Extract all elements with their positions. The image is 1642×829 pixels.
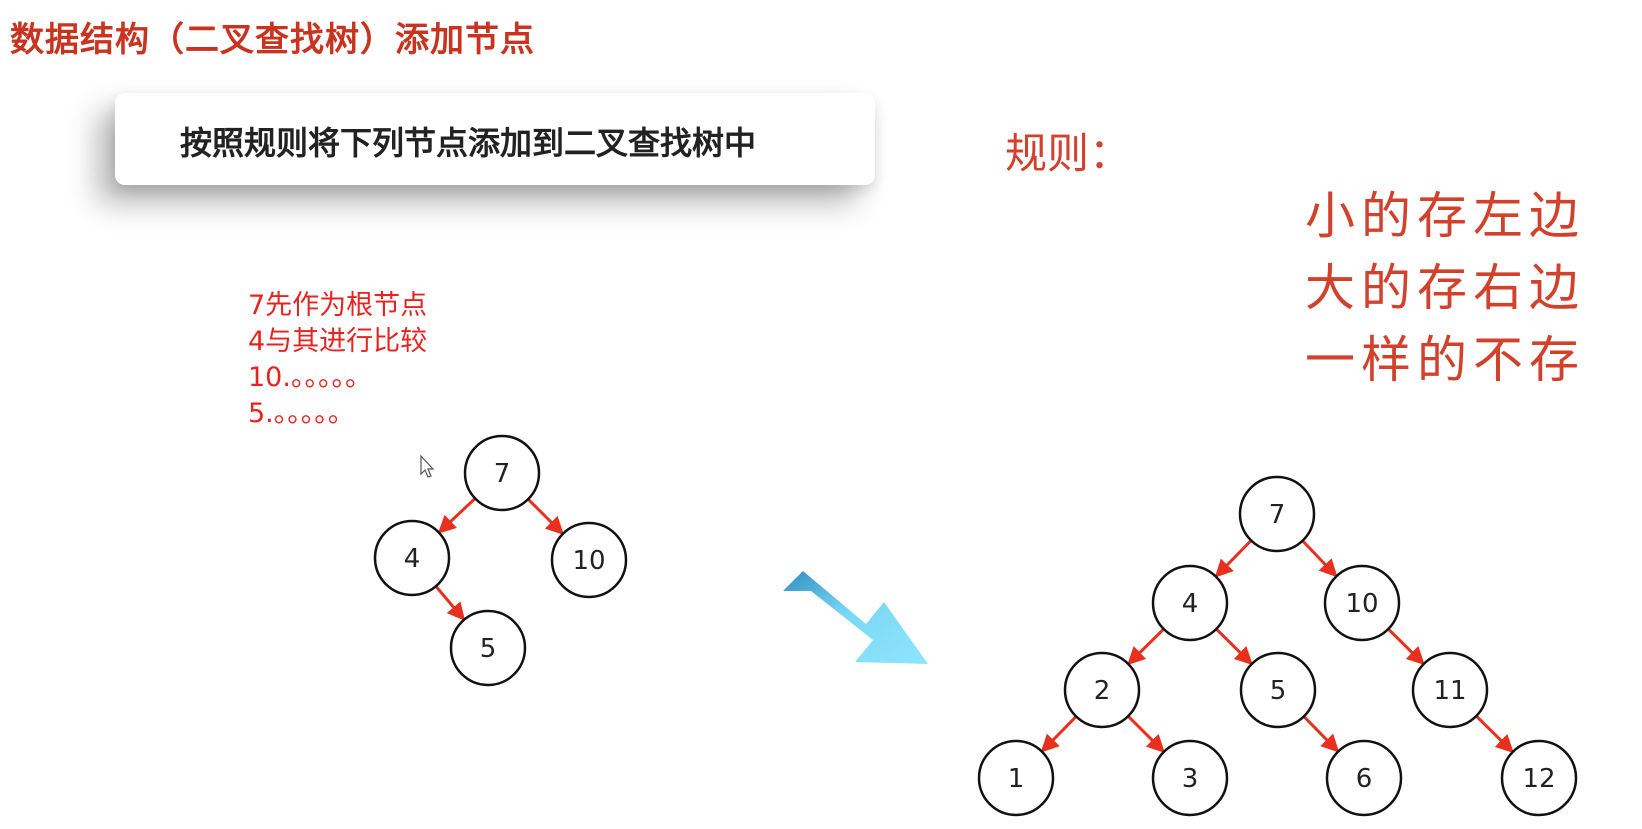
tree-node-label: 4	[404, 544, 421, 574]
tree-node-label: 2	[1094, 676, 1111, 706]
tree-node-label: 10	[572, 546, 605, 576]
tree-node-label: 7	[1269, 500, 1286, 530]
tree-node-label: 7	[494, 459, 511, 489]
tree-node-label: 3	[1182, 764, 1199, 794]
tree-edge-arrow	[527, 498, 564, 535]
big-tree: 74 102 5 111 3 6 12	[977, 475, 1578, 817]
tree-edge-arrow	[1475, 714, 1514, 754]
tree-edge-arrow	[1387, 627, 1425, 666]
tree-edge-arrow	[437, 497, 477, 534]
tree-edge-arrow	[1301, 539, 1338, 578]
tree-node-label: 11	[1433, 676, 1466, 706]
tree-edge-arrow	[1302, 715, 1340, 753]
transition-arrow-icon	[783, 571, 928, 664]
mouse-cursor-icon	[420, 454, 435, 478]
tree-edge-arrow	[1215, 627, 1253, 666]
tree-node-label: 12	[1522, 764, 1555, 794]
tree-node-label: 10	[1345, 589, 1378, 619]
tree-edge-arrow	[1127, 627, 1165, 666]
tree-node-label: 5	[480, 634, 497, 664]
tree-edge-arrow	[1040, 715, 1078, 753]
tree-edge-arrow	[434, 585, 466, 621]
small-tree: 7 4 10 5	[373, 434, 628, 687]
tree-node-label: 1	[1008, 764, 1025, 794]
tree-edge-arrow	[1127, 715, 1165, 753]
tree-node-label: 4	[1182, 589, 1199, 619]
tree-node-label: 6	[1356, 764, 1373, 794]
tree-edge-arrow	[1214, 539, 1253, 578]
tree-diagram-canvas: 74 105 74 102 5 111 3 6 12	[373, 434, 1578, 817]
tree-node-label: 5	[1270, 676, 1287, 706]
